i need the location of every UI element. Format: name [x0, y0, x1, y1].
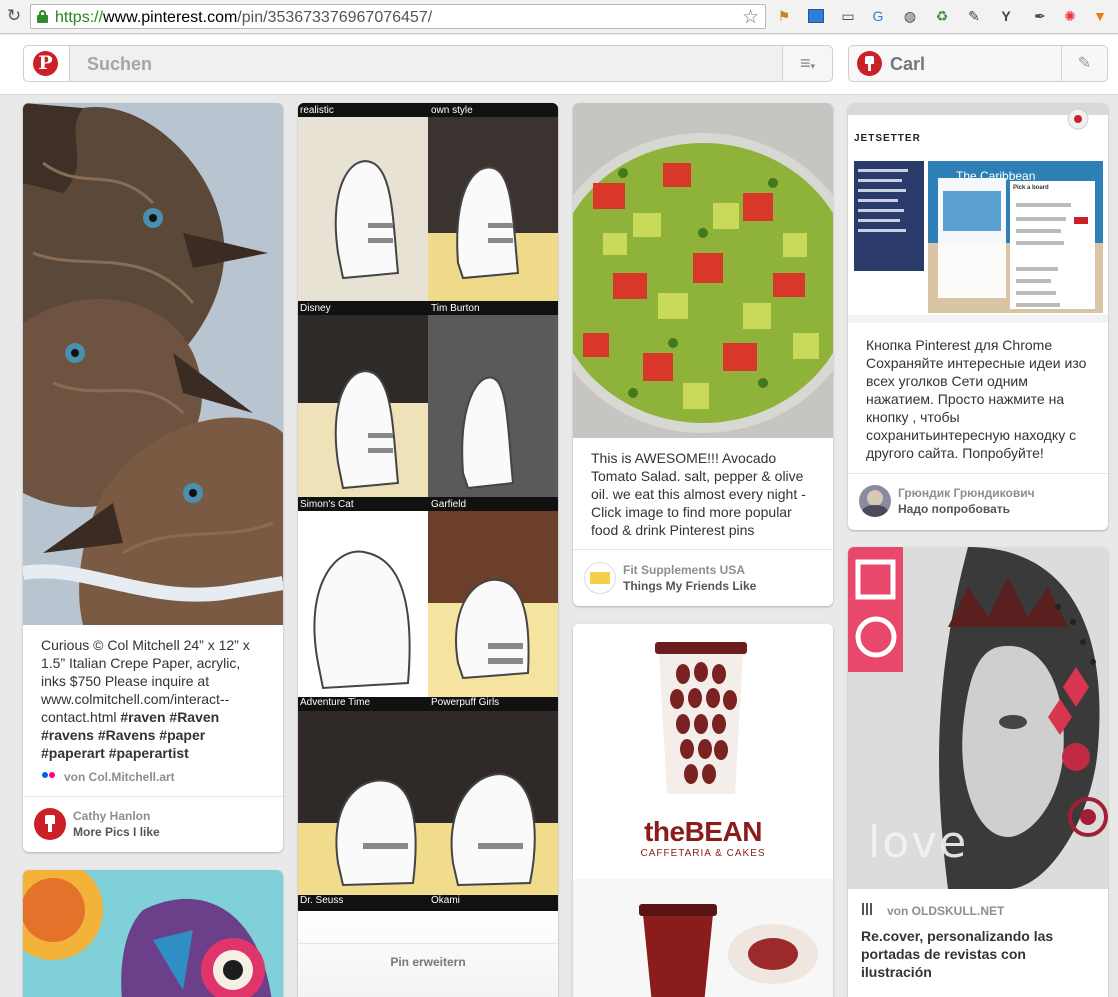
- divider: [23, 796, 283, 797]
- pinner-name[interactable]: Грюндик Грюндикович: [898, 486, 1035, 500]
- pin-card-cats[interactable]: realistic own style Disney Tim Burton Si…: [298, 103, 558, 997]
- browser-toolbar: ↻ https://www.pinterest.com/pin/35367337…: [0, 0, 1118, 34]
- pin-card-chrome[interactable]: JETSETTER The Caribbean Pick a board Кно…: [848, 103, 1108, 530]
- home-button[interactable]: P: [24, 46, 70, 81]
- expand-area: [298, 911, 558, 997]
- dialog-title: Pick a board: [1013, 185, 1049, 191]
- extension-icon-5[interactable]: ◍: [900, 6, 920, 26]
- pin-icon: [857, 51, 882, 76]
- avatar[interactable]: [34, 808, 66, 840]
- cat-label: Simon's Cat: [300, 499, 354, 510]
- pin-card-love[interactable]: love von OLDSKULL.NET Re.cover, personal…: [848, 547, 1108, 997]
- pin-card-owl[interactable]: [23, 870, 283, 997]
- translate-icon[interactable]: G: [868, 6, 888, 26]
- board-name[interactable]: Things My Friends Like: [623, 579, 756, 593]
- avatar[interactable]: [859, 485, 891, 517]
- extension-icon-7[interactable]: ✎: [964, 6, 984, 26]
- avatar[interactable]: [584, 562, 616, 594]
- pinterest-logo-icon: P: [33, 51, 58, 76]
- lock-icon: [37, 10, 48, 23]
- bean-brand: theBEAN: [644, 816, 762, 847]
- pin-card-salad[interactable]: This is AWESOME!!! Avocado Tomato Salad.…: [573, 103, 833, 606]
- extension-icon-1[interactable]: ⚑: [774, 6, 794, 26]
- search-bar[interactable]: P Suchen ≡▾: [23, 45, 833, 82]
- user-bar[interactable]: Carl ✎: [848, 45, 1108, 82]
- cat-label: Garfield: [431, 499, 467, 510]
- expand-pin-button[interactable]: Pin erweitern: [298, 955, 558, 969]
- pin-card-bean[interactable]: theBEAN CAFFETARIA & CAKES: [573, 624, 833, 997]
- url-text: https://www.pinterest.com/pin/3536733769…: [55, 9, 433, 26]
- divider: [298, 943, 558, 944]
- divider: [848, 473, 1108, 474]
- extension-icon-y[interactable]: Y: [996, 6, 1016, 26]
- bookmark-star-icon[interactable]: ☆: [742, 6, 759, 29]
- cat-label: Powerpuff Girls: [431, 697, 500, 708]
- cat-label: realistic: [300, 105, 334, 116]
- extension-icon-2[interactable]: [806, 6, 826, 26]
- overlay-title: The Caribbean: [956, 169, 1036, 183]
- pin-description-salad: This is AWESOME!!! Avocado Tomato Salad.…: [591, 450, 806, 538]
- pin-title-love[interactable]: Re.cover, personalizando las portadas de…: [861, 927, 1091, 981]
- pin-image-ravens[interactable]: [23, 103, 283, 625]
- cat-label: own style: [431, 105, 473, 116]
- pin-source-ravens[interactable]: von Col.Mitchell.art: [64, 770, 175, 784]
- pinner-name[interactable]: Fit Supplements USA: [623, 563, 745, 577]
- pin-description-chrome: Кнопка Pinterest для Chrome Сохраняйте и…: [866, 337, 1087, 461]
- pin-card-ravens[interactable]: Curious © Col Mitchell 24” x 12” x 1.5” …: [23, 103, 283, 852]
- cat-label: Dr. Seuss: [300, 895, 344, 906]
- site-logo-text: JETSETTER: [854, 133, 921, 144]
- pin-image-salad[interactable]: [573, 103, 833, 438]
- menu-button[interactable]: ≡▾: [782, 46, 832, 81]
- extension-icon-3[interactable]: ▭: [838, 6, 858, 26]
- source-icon: [861, 903, 875, 917]
- cat-label: Tim Burton: [431, 303, 480, 314]
- flickr-icon: [41, 770, 57, 780]
- pinterest-header: P Suchen ≡▾ Carl ✎: [0, 35, 1118, 95]
- divider: [573, 549, 833, 550]
- recycle-icon[interactable]: ♻: [932, 6, 952, 26]
- pin-image-bean[interactable]: [573, 624, 833, 997]
- pinner-name[interactable]: Cathy Hanlon: [73, 809, 150, 823]
- pin-source-love[interactable]: von OLDSKULL.NET: [887, 904, 1004, 918]
- board-name[interactable]: Надо попробовать: [898, 502, 1010, 516]
- eyedropper-icon[interactable]: ✒: [1030, 6, 1050, 26]
- reload-icon[interactable]: ↻: [4, 6, 24, 26]
- notifications-icon[interactable]: ✎: [1061, 46, 1107, 81]
- bean-tagline: CAFFETARIA & CAKES: [640, 848, 766, 859]
- user-name[interactable]: Carl: [890, 54, 925, 75]
- address-bar[interactable]: https://www.pinterest.com/pin/3536733769…: [30, 4, 766, 29]
- board-name[interactable]: More Pics I like: [73, 825, 160, 839]
- search-input[interactable]: Suchen: [87, 54, 152, 75]
- pin-image-owl[interactable]: [23, 870, 283, 997]
- hamburger-icon: ≡: [799, 53, 811, 73]
- art-word-love: love: [868, 817, 969, 868]
- cat-label: Okami: [431, 895, 460, 906]
- color-wheel-icon[interactable]: ✺: [1060, 6, 1080, 26]
- cat-label: Disney: [300, 303, 331, 314]
- extension-icon-v[interactable]: ▼: [1090, 6, 1110, 26]
- pin-description-ravens: Curious © Col Mitchell 24” x 12” x 1.5” …: [41, 637, 250, 761]
- cat-label: Adventure Time: [300, 697, 371, 708]
